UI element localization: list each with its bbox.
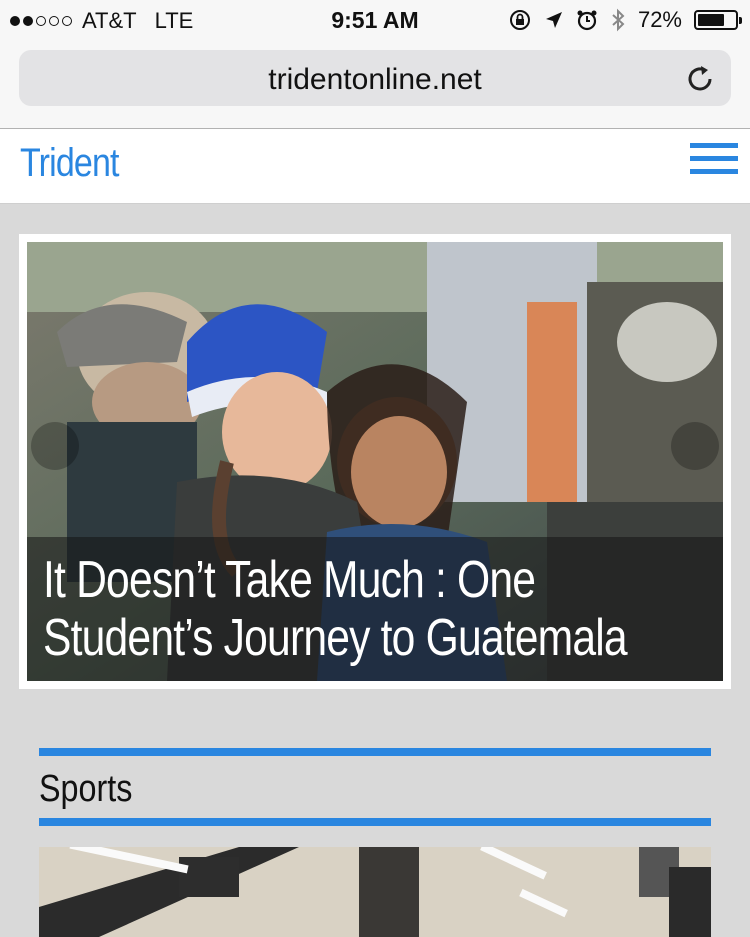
location-arrow-icon (545, 12, 562, 28)
headline-line-2[interactable]: Student’s Journey to Guatemala (43, 609, 723, 667)
bluetooth-icon (612, 8, 625, 32)
battery-percent: 72% (637, 7, 682, 32)
browser-toolbar: tridentonline.net (0, 40, 750, 129)
status-right: 72% (508, 7, 742, 33)
headline-overlay[interactable]: It Doesn’t Take Much : One Student’s Jou… (27, 537, 723, 681)
url-text[interactable]: tridentonline.net (19, 63, 731, 97)
site-logo[interactable]: Trident (20, 141, 119, 186)
carousel-prev-button[interactable] (31, 422, 79, 470)
section-top-rule (39, 748, 711, 756)
rotation-lock-icon (509, 10, 530, 30)
site-header: Trident (0, 129, 750, 204)
alarm-icon (577, 10, 597, 31)
status-bar: AT&T LTE 9:51 AM 72% (0, 0, 750, 40)
headline-line-1[interactable]: It Doesn’t Take Much : One (43, 551, 723, 609)
battery-icon (694, 10, 742, 30)
section-title-sports[interactable]: Sports (39, 768, 132, 811)
reload-icon[interactable] (683, 62, 717, 96)
address-bar[interactable]: tridentonline.net (19, 50, 731, 106)
sports-image (39, 847, 711, 937)
featured-story-card[interactable]: It Doesn’t Take Much : One Student’s Jou… (19, 234, 731, 689)
menu-icon[interactable] (690, 143, 738, 183)
sports-photo[interactable] (39, 847, 711, 937)
section-bottom-rule (39, 818, 711, 826)
carousel-next-button[interactable] (671, 422, 719, 470)
featured-headline[interactable]: It Doesn’t Take Much : One Student’s Jou… (43, 551, 723, 667)
featured-photo[interactable]: It Doesn’t Take Much : One Student’s Jou… (27, 242, 723, 681)
